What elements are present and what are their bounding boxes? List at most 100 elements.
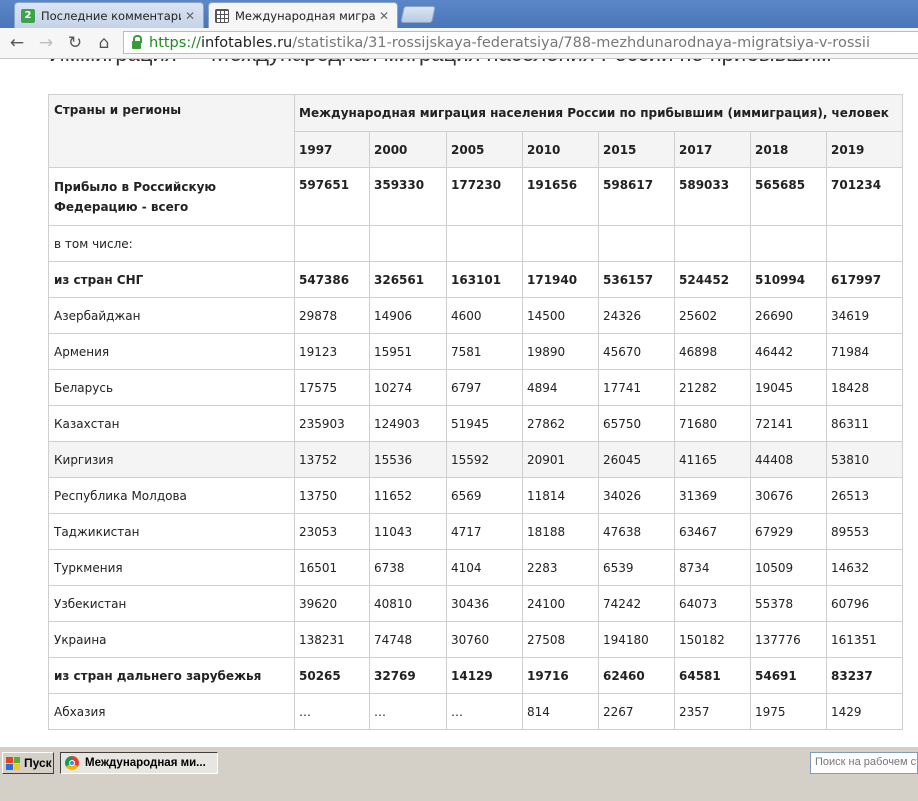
table-cell: 20901: [522, 441, 599, 478]
forward-icon[interactable]: →: [35, 32, 57, 54]
table-cell: 597651: [294, 167, 370, 226]
table-cell: 31369: [674, 477, 751, 514]
back-icon[interactable]: ←: [6, 32, 28, 54]
year-header: 1997: [294, 131, 370, 168]
year-header: 2005: [446, 131, 523, 168]
tab-comments[interactable]: 2 Последние комментарии / ✕: [14, 2, 204, 28]
tab-title: Международная миграция: [235, 8, 375, 23]
table-body: Прибыло в Российскую Федерацию - всего 59…: [48, 167, 903, 730]
table-cell: 18428: [826, 369, 903, 406]
table-cell: 510994: [750, 261, 827, 298]
table-cell: 14632: [826, 549, 903, 586]
table-cell: 4894: [522, 369, 599, 406]
table-cell: 547386: [294, 261, 370, 298]
table-cell: 15592: [446, 441, 523, 478]
table-cell: 15536: [369, 441, 447, 478]
table-row: Республика Молдова 13750 11652 6569 11814 340…: [48, 477, 903, 514]
table-cell: 701234: [826, 167, 903, 226]
table-row: из стран СНГ 547386 326561 163101 171940 5361…: [48, 261, 903, 298]
table-cell: 16501: [294, 549, 370, 586]
table-cell: 24326: [598, 297, 675, 334]
year-header: 2017: [674, 131, 751, 168]
table-cell: 814: [522, 693, 599, 730]
year-header: 2000: [369, 131, 447, 168]
year-header: 2019: [826, 131, 903, 168]
table-cell: 163101: [446, 261, 523, 298]
table-cell: 598617: [598, 167, 675, 226]
lock-icon: [132, 35, 142, 49]
row-label: Украина: [48, 621, 295, 658]
close-icon[interactable]: ✕: [185, 9, 195, 23]
home-icon[interactable]: ⌂: [93, 32, 115, 54]
row-label: Азербайджан: [48, 297, 295, 334]
table-cell: 4600: [446, 297, 523, 334]
table-cell: 524452: [674, 261, 751, 298]
table-cell: 64581: [674, 657, 751, 694]
tab-migration[interactable]: Международная миграция ✕: [208, 2, 398, 28]
row-label: Таджикистан: [48, 513, 295, 550]
table-cell: 63467: [674, 513, 751, 550]
table-row: Узбекистан 39620 40810 30436 24100 74242 64073…: [48, 585, 903, 622]
year-header: 2010: [522, 131, 599, 168]
table-cell: 6738: [369, 549, 447, 586]
table-cell: 47638: [598, 513, 675, 550]
table-row: Таджикистан 23053 11043 4717 18188 47638 63467…: [48, 513, 903, 550]
row-header: Страны и регионы: [48, 94, 295, 168]
vertical-scrollbar[interactable]: [902, 59, 918, 746]
address-bar[interactable]: https://infotables.ru/statistika/31-ross…: [123, 31, 918, 54]
table-cell: …: [446, 693, 523, 730]
table-cell: 11652: [369, 477, 447, 514]
table-cell: 27508: [522, 621, 599, 658]
table-cell: 7581: [446, 333, 523, 370]
chrome-icon: [65, 756, 79, 770]
new-tab-button[interactable]: [400, 6, 436, 23]
table-row: Туркмения 16501 6738 4104 2283 6539 8734 10509 1…: [48, 549, 903, 586]
table-cell: 29878: [294, 297, 370, 334]
table-cell: 194180: [598, 621, 675, 658]
table-cell: 14129: [446, 657, 523, 694]
tab-title: Последние комментарии /: [41, 8, 181, 23]
table-cell: 71680: [674, 405, 751, 442]
table-cell: 2357: [674, 693, 751, 730]
table-cell: 72141: [750, 405, 827, 442]
table-cell: 44408: [750, 441, 827, 478]
table-cell: 137776: [750, 621, 827, 658]
table-cell: 26045: [598, 441, 675, 478]
table-cell: [522, 225, 599, 262]
table-cell: 565685: [750, 167, 827, 226]
row-label: Армения: [48, 333, 295, 370]
table-cell: 6797: [446, 369, 523, 406]
tab-strip: 2 Последние комментарии / ✕ Международна…: [0, 0, 918, 28]
table-cell: 171940: [522, 261, 599, 298]
table-cell: 86311: [826, 405, 903, 442]
page-content: Иммиграция — Международная миграция насе…: [0, 59, 918, 746]
reload-icon[interactable]: ↻: [64, 32, 86, 54]
table-cell: 19890: [522, 333, 599, 370]
table-cell: 235903: [294, 405, 370, 442]
table-cell: 71984: [826, 333, 903, 370]
row-label: Беларусь: [48, 369, 295, 406]
table-cell: 46898: [674, 333, 751, 370]
table-cell: 17741: [598, 369, 675, 406]
table-cell: [598, 225, 675, 262]
close-icon[interactable]: ✕: [379, 9, 389, 23]
group-header: Международная миграция населения России …: [294, 94, 903, 132]
table-cell: 19123: [294, 333, 370, 370]
start-button[interactable]: Пуск: [2, 752, 54, 774]
table-row: Прибыло в Российскую Федерацию - всего 59…: [48, 167, 903, 226]
table-cell: 6539: [598, 549, 675, 586]
taskbar-window-label: Международная ми...: [85, 757, 206, 769]
table-row: Казахстан 235903 124903 51945 27862 65750 7168…: [48, 405, 903, 442]
table-cell: 18188: [522, 513, 599, 550]
row-label: Туркмения: [48, 549, 295, 586]
table-cell: 62460: [598, 657, 675, 694]
taskbar-window-button[interactable]: Международная ми...: [60, 752, 218, 774]
desktop-search-input[interactable]: Поиск на рабочем ст: [810, 752, 918, 774]
table-cell: 14906: [369, 297, 447, 334]
table-cell: 74748: [369, 621, 447, 658]
table-cell: …: [369, 693, 447, 730]
table-cell: 191656: [522, 167, 599, 226]
table-cell: 21282: [674, 369, 751, 406]
table-cell: 4104: [446, 549, 523, 586]
table-cell: 89553: [826, 513, 903, 550]
